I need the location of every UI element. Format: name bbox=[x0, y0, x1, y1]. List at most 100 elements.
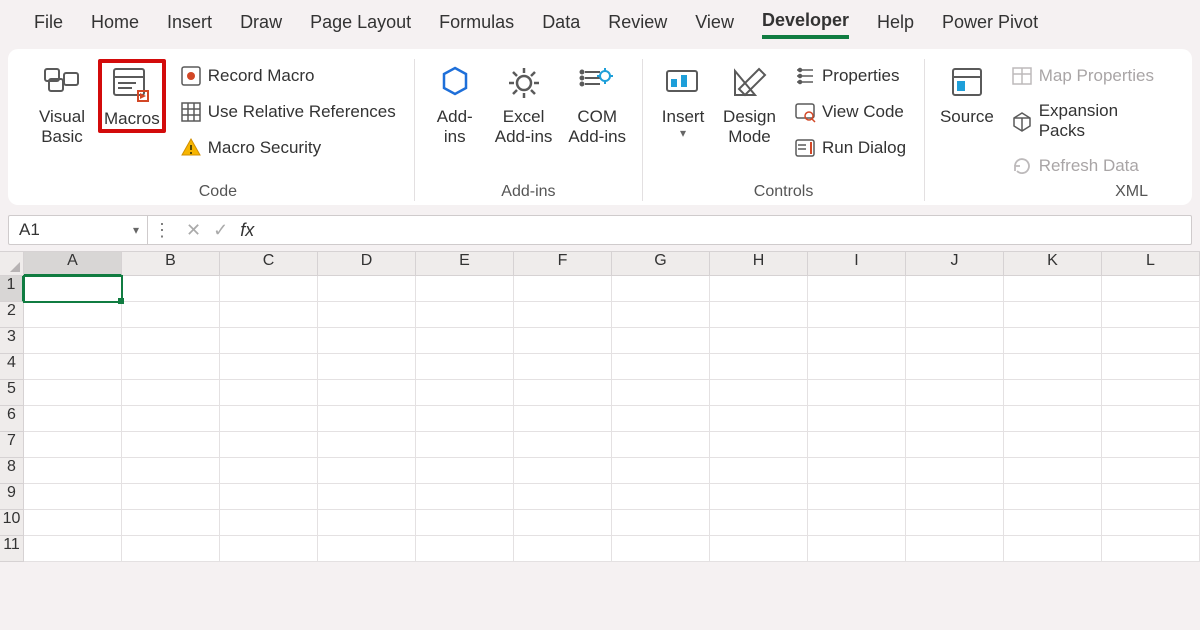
cell[interactable] bbox=[612, 432, 710, 458]
row-header[interactable]: 4 bbox=[0, 354, 24, 380]
column-header[interactable]: G bbox=[612, 252, 710, 276]
cell[interactable] bbox=[24, 484, 122, 510]
cell[interactable] bbox=[906, 484, 1004, 510]
cell[interactable] bbox=[906, 458, 1004, 484]
cell[interactable] bbox=[1004, 510, 1102, 536]
cell[interactable] bbox=[808, 484, 906, 510]
cell[interactable] bbox=[808, 354, 906, 380]
tab-review[interactable]: Review bbox=[608, 12, 667, 37]
cell[interactable] bbox=[122, 458, 220, 484]
tab-draw[interactable]: Draw bbox=[240, 12, 282, 37]
cell[interactable] bbox=[906, 432, 1004, 458]
cell[interactable] bbox=[416, 380, 514, 406]
cell[interactable] bbox=[1102, 432, 1200, 458]
cell[interactable] bbox=[24, 328, 122, 354]
cell[interactable] bbox=[612, 484, 710, 510]
cell[interactable] bbox=[416, 276, 514, 302]
name-box[interactable]: A1 ▾ bbox=[8, 215, 148, 245]
design-mode-button[interactable]: Design Mode bbox=[719, 59, 780, 148]
row-header[interactable]: 3 bbox=[0, 328, 24, 354]
cell[interactable] bbox=[906, 510, 1004, 536]
cell[interactable] bbox=[24, 276, 122, 302]
cell[interactable] bbox=[808, 458, 906, 484]
cell[interactable] bbox=[612, 510, 710, 536]
enter-icon[interactable]: ✓ bbox=[213, 220, 228, 241]
row-header[interactable]: 10 bbox=[0, 510, 24, 536]
cell[interactable] bbox=[220, 406, 318, 432]
cell[interactable] bbox=[906, 354, 1004, 380]
cell[interactable] bbox=[514, 380, 612, 406]
cell[interactable] bbox=[1102, 484, 1200, 510]
cell[interactable] bbox=[318, 406, 416, 432]
cell[interactable] bbox=[1102, 458, 1200, 484]
cell[interactable] bbox=[1004, 380, 1102, 406]
cell[interactable] bbox=[318, 432, 416, 458]
cell[interactable] bbox=[24, 458, 122, 484]
worksheet-grid[interactable]: ABCDEFGHIJKL 1234567891011 bbox=[0, 251, 1200, 562]
macro-security-button[interactable]: Macro Security bbox=[174, 133, 402, 163]
column-header[interactable]: L bbox=[1102, 252, 1200, 276]
cell[interactable] bbox=[416, 536, 514, 562]
cell[interactable] bbox=[220, 276, 318, 302]
cell[interactable] bbox=[122, 328, 220, 354]
cell[interactable] bbox=[318, 302, 416, 328]
cell[interactable] bbox=[1102, 328, 1200, 354]
use-relative-refs-button[interactable]: Use Relative References bbox=[174, 97, 402, 127]
tab-insert[interactable]: Insert bbox=[167, 12, 212, 37]
run-dialog-button[interactable]: Run Dialog bbox=[788, 133, 912, 163]
cell[interactable] bbox=[710, 510, 808, 536]
tab-data[interactable]: Data bbox=[542, 12, 580, 37]
cell[interactable] bbox=[122, 276, 220, 302]
cell[interactable] bbox=[24, 380, 122, 406]
cell[interactable] bbox=[514, 536, 612, 562]
record-macro-button[interactable]: Record Macro bbox=[174, 61, 402, 91]
cell[interactable] bbox=[514, 354, 612, 380]
com-addins-button[interactable]: COM Add-ins bbox=[564, 59, 630, 148]
cell[interactable] bbox=[808, 510, 906, 536]
cell[interactable] bbox=[710, 302, 808, 328]
cell[interactable] bbox=[514, 458, 612, 484]
refresh-data-button[interactable]: Refresh Data bbox=[1005, 151, 1168, 181]
cell[interactable] bbox=[1004, 354, 1102, 380]
cell[interactable] bbox=[710, 432, 808, 458]
formula-input[interactable] bbox=[264, 215, 1192, 245]
row-header[interactable]: 11 bbox=[0, 536, 24, 562]
cell[interactable] bbox=[808, 406, 906, 432]
cell[interactable] bbox=[318, 276, 416, 302]
cell[interactable] bbox=[318, 380, 416, 406]
cell[interactable] bbox=[612, 380, 710, 406]
column-header[interactable]: J bbox=[906, 252, 1004, 276]
cell[interactable] bbox=[808, 302, 906, 328]
tab-formulas[interactable]: Formulas bbox=[439, 12, 514, 37]
cell[interactable] bbox=[24, 536, 122, 562]
cell[interactable] bbox=[514, 406, 612, 432]
tab-help[interactable]: Help bbox=[877, 12, 914, 37]
cell[interactable] bbox=[710, 406, 808, 432]
map-properties-button[interactable]: Map Properties bbox=[1005, 61, 1168, 91]
column-header[interactable]: F bbox=[514, 252, 612, 276]
row-header[interactable]: 7 bbox=[0, 432, 24, 458]
expansion-packs-button[interactable]: Expansion Packs bbox=[1005, 97, 1168, 145]
cell[interactable] bbox=[710, 536, 808, 562]
cell[interactable] bbox=[514, 328, 612, 354]
cell[interactable] bbox=[24, 510, 122, 536]
cancel-icon[interactable]: ✕ bbox=[186, 220, 201, 241]
cell[interactable] bbox=[1004, 484, 1102, 510]
row-header[interactable]: 2 bbox=[0, 302, 24, 328]
source-button[interactable]: Source bbox=[937, 59, 997, 129]
cell[interactable] bbox=[612, 276, 710, 302]
tab-power-pivot[interactable]: Power Pivot bbox=[942, 12, 1038, 37]
cell[interactable] bbox=[122, 536, 220, 562]
row-header[interactable]: 1 bbox=[0, 276, 24, 302]
cell[interactable] bbox=[514, 276, 612, 302]
cell[interactable] bbox=[24, 302, 122, 328]
tab-file[interactable]: File bbox=[34, 12, 63, 37]
cell[interactable] bbox=[612, 406, 710, 432]
cell[interactable] bbox=[220, 510, 318, 536]
cell[interactable] bbox=[416, 302, 514, 328]
cell[interactable] bbox=[24, 432, 122, 458]
cell[interactable] bbox=[220, 458, 318, 484]
cell[interactable] bbox=[808, 536, 906, 562]
cell[interactable] bbox=[416, 432, 514, 458]
cell[interactable] bbox=[416, 328, 514, 354]
